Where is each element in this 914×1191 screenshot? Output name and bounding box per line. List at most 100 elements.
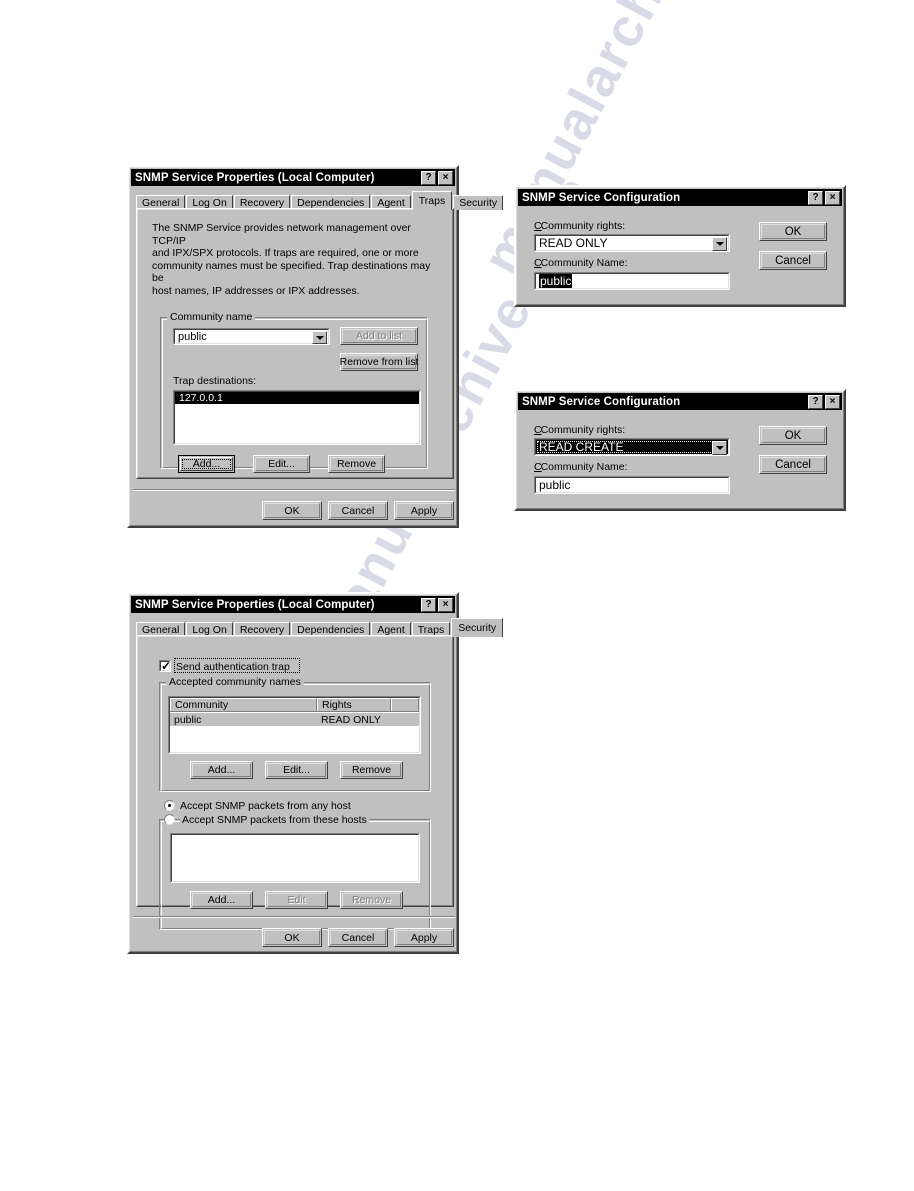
community-name-value: public [178, 330, 207, 343]
community-remove-button[interactable]: Remove [340, 761, 403, 779]
close-icon[interactable]: × [825, 190, 840, 205]
column-header-spacer [391, 698, 419, 711]
community-name-combobox[interactable]: public [173, 328, 330, 345]
cell-community: public [174, 713, 202, 726]
help-icon[interactable]: ? [808, 190, 823, 205]
ok-button[interactable]: OK [262, 928, 322, 947]
traps-description: The SNMP Service provides network manage… [152, 222, 442, 298]
community-name-label: CCommunity Name: [534, 461, 628, 473]
snmp-service-configuration-window-2: SNMP Service Configuration ? × CCommunit… [514, 389, 846, 511]
remove-from-list-label: Remove from list [339, 356, 419, 368]
titlebar: SNMP Service Configuration ? × [518, 393, 842, 410]
titlebar-buttons: ? × [808, 190, 842, 205]
description-line-1: The SNMP Service provides network manage… [152, 222, 411, 247]
apply-button-label: Apply [410, 931, 438, 944]
footer-separator [133, 916, 455, 918]
chevron-down-icon[interactable] [712, 441, 727, 455]
remove-button[interactable]: Remove [328, 455, 385, 473]
description-line-3: community names must be specified. Trap … [152, 259, 431, 285]
apply-button[interactable]: Apply [394, 501, 454, 520]
apply-button[interactable]: Apply [394, 928, 454, 947]
community-edit-label: Edit... [283, 764, 310, 776]
ok-button[interactable]: OK [759, 426, 827, 445]
ok-button-label: OK [284, 504, 300, 517]
community-rights-combobox[interactable]: READ ONLY [534, 234, 730, 252]
accept-these-hosts-label: Accept SNMP packets from these hosts [180, 814, 369, 826]
combobox-inner: READ ONLY [535, 235, 729, 251]
add-button-label: Add... [192, 458, 221, 470]
tab-security[interactable]: Security [453, 195, 504, 210]
help-icon[interactable]: ? [421, 597, 436, 612]
trap-destinations-list[interactable]: 127.0.0.1 [173, 390, 421, 445]
ok-button-label: OK [784, 225, 802, 238]
edit-button-label: Edit... [268, 458, 295, 470]
titlebar-buttons: ? × [421, 170, 455, 185]
trap-destination-value: 127.0.0.1 [179, 392, 223, 404]
chevron-down-icon[interactable] [312, 331, 327, 344]
chevron-down-icon[interactable] [712, 237, 727, 251]
check-icon: ✓ [161, 659, 172, 673]
ok-button[interactable]: OK [262, 501, 322, 520]
hosts-add-button[interactable]: Add... [190, 891, 253, 909]
column-header-rights[interactable]: Rights [317, 698, 391, 711]
trap-destinations-label: Trap destinations: [173, 375, 257, 387]
window-title: SNMP Service Configuration [522, 191, 681, 204]
community-rights-label-text: Community rights: [540, 220, 626, 232]
community-rights-combobox[interactable]: READ CREATE [534, 438, 730, 456]
close-icon[interactable]: × [438, 170, 453, 185]
remove-from-list-button[interactable]: Remove from list [340, 353, 418, 371]
hosts-list[interactable] [170, 833, 420, 883]
hosts-remove-label: Remove [351, 894, 392, 906]
community-name-label-text: Community Name: [540, 257, 628, 269]
community-name-input[interactable]: public [534, 272, 730, 290]
community-add-button[interactable]: Add... [190, 761, 253, 779]
community-name-label: CCommunity Name: [534, 257, 628, 269]
hosts-edit-label: Edit [287, 894, 306, 906]
input-inner: public [535, 477, 729, 493]
cancel-button[interactable]: Cancel [759, 455, 827, 474]
close-icon[interactable]: × [825, 394, 840, 409]
cancel-button-label: Cancel [775, 254, 811, 267]
help-icon[interactable]: ? [808, 394, 823, 409]
ok-button-label: OK [784, 429, 802, 442]
ok-button[interactable]: OK [759, 222, 827, 241]
cancel-button[interactable]: Cancel [759, 251, 827, 270]
accept-any-host-radio[interactable] [164, 800, 175, 811]
help-icon[interactable]: ? [421, 170, 436, 185]
community-rights-label: CCommunity rights: [534, 424, 626, 436]
add-button[interactable]: Add... [178, 455, 235, 473]
tab-page-traps: The SNMP Service provides network manage… [136, 208, 454, 479]
community-edit-button[interactable]: Edit... [265, 761, 328, 779]
hosts-edit-button[interactable]: Edit [265, 891, 328, 909]
combobox-inner: READ CREATE [535, 439, 729, 455]
hosts-remove-button[interactable]: Remove [340, 891, 403, 909]
edit-button[interactable]: Edit... [253, 455, 310, 473]
list-item[interactable]: 127.0.0.1 [175, 392, 419, 404]
input-inner: public [535, 273, 729, 289]
accept-any-host-label: Accept SNMP packets from any host [180, 800, 351, 812]
titlebar-buttons: ? × [421, 597, 455, 612]
description-line-2: and IPX/SPX protocols. If traps are requ… [152, 247, 419, 260]
cancel-button[interactable]: Cancel [328, 501, 388, 520]
footer-separator [133, 489, 455, 491]
column-header-community[interactable]: Community [170, 698, 317, 711]
send-authentication-trap-label: Send authentication trap [176, 661, 290, 673]
tab-security[interactable]: Security [451, 618, 504, 637]
window-title: SNMP Service Properties (Local Computer) [135, 171, 375, 184]
tab-traps[interactable]: Traps [411, 191, 453, 210]
accept-these-hosts-radio[interactable] [164, 814, 175, 825]
apply-button-label: Apply [410, 504, 438, 517]
cancel-button[interactable]: Cancel [328, 928, 388, 947]
titlebar: SNMP Service Properties (Local Computer)… [131, 169, 455, 186]
snmp-service-configuration-window-1: SNMP Service Configuration ? × CCommunit… [514, 185, 846, 307]
accepted-community-names-list[interactable]: Community Rights public READ ONLY [168, 696, 421, 754]
window-title: SNMP Service Properties (Local Computer) [135, 598, 375, 611]
close-icon[interactable]: × [438, 597, 453, 612]
community-name-input[interactable]: public [534, 476, 730, 494]
community-name-label-text: Community Name: [540, 461, 628, 473]
table-row[interactable]: public READ ONLY [170, 713, 419, 726]
hosts-list-inner [171, 834, 419, 882]
cancel-button-label: Cancel [341, 931, 375, 944]
add-to-list-button[interactable]: Add to list [340, 327, 418, 345]
send-authentication-trap-checkbox[interactable]: ✓ [159, 660, 171, 672]
